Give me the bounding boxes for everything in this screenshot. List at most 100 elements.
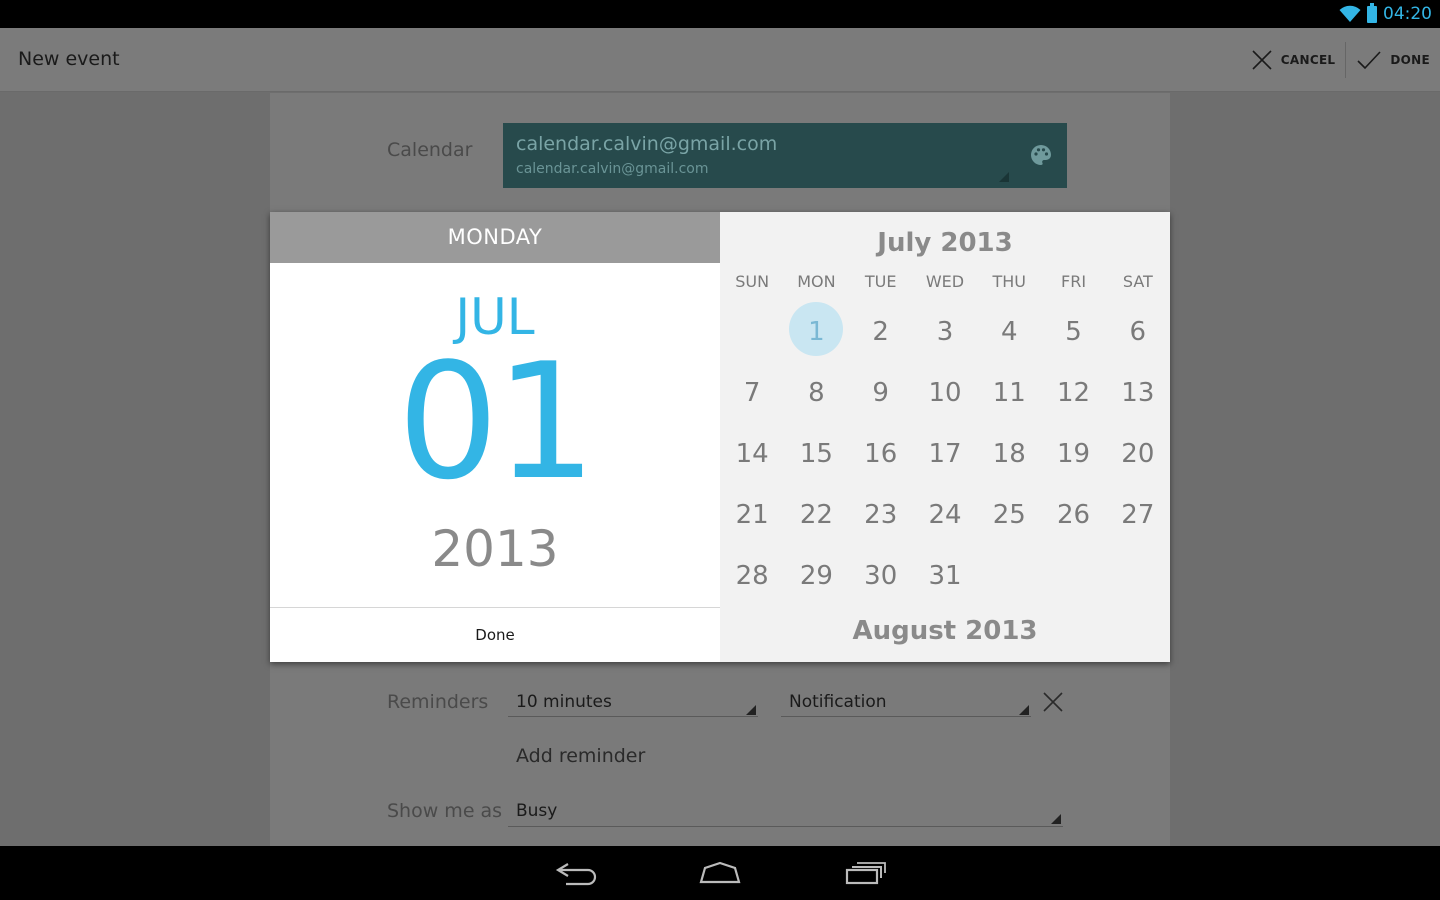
done-label: DONE: [1390, 53, 1430, 67]
day-number: 10: [928, 378, 962, 409]
day-number: 31: [928, 560, 962, 591]
week-row: 14 15 16 17 18 19 20: [720, 424, 1170, 485]
day-number: 8: [808, 378, 825, 409]
calendar-account: calendar.calvin@gmail.com: [516, 161, 709, 177]
day-number: 25: [992, 499, 1026, 530]
day-cell[interactable]: 1: [784, 302, 848, 363]
month-calendar: July 2013 SUN MON TUE WED THU FRI SAT 12345678…: [720, 212, 1170, 662]
clock: 04:20: [1383, 4, 1432, 24]
show-me-as-select[interactable]: Busy: [516, 801, 557, 821]
day-cell[interactable]: 14: [720, 424, 784, 485]
reminder-method-select[interactable]: Notification: [789, 692, 887, 712]
week-row: 21 22 23 24 25 26 27: [720, 484, 1170, 545]
day-number: 27: [1121, 499, 1155, 530]
show-me-as-underline: [508, 826, 1063, 827]
day-cell[interactable]: 20: [1106, 424, 1170, 485]
day-cell[interactable]: 11: [977, 363, 1041, 424]
close-icon: [1252, 50, 1272, 70]
page-title: New event: [18, 48, 120, 70]
day-cell[interactable]: 23: [849, 484, 913, 545]
add-reminder-button[interactable]: Add reminder: [516, 745, 645, 767]
week-row: 28 29 30 31: [720, 545, 1170, 606]
dialog-done-button[interactable]: Done: [270, 608, 720, 662]
day-cell[interactable]: 10: [913, 363, 977, 424]
day-cell[interactable]: 13: [1106, 363, 1170, 424]
status-icons: 04:20: [1339, 0, 1432, 28]
day-number: 24: [928, 499, 962, 530]
day-number: 26: [1057, 499, 1091, 530]
action-bar-actions: CANCEL DONE: [1241, 28, 1440, 92]
empty-day-cell: [1106, 545, 1170, 606]
day-cell[interactable]: 9: [849, 363, 913, 424]
day-cell[interactable]: 29: [784, 545, 848, 606]
month-title: July 2013: [877, 228, 1013, 258]
day-cell[interactable]: 5: [1041, 302, 1105, 363]
day-number: 5: [1065, 317, 1082, 348]
weekday-label: TUE: [864, 272, 897, 291]
day-number: 4: [1000, 317, 1018, 348]
remove-reminder-icon[interactable]: [1042, 691, 1064, 713]
show-me-as-arrow: [1051, 814, 1061, 824]
day-cell[interactable]: 15: [784, 424, 848, 485]
date-summary-panel: MONDAY JUL 01 2013 Done: [270, 212, 720, 662]
recents-icon[interactable]: [843, 860, 887, 886]
day-cell[interactable]: 21: [720, 484, 784, 545]
day-cell[interactable]: 2: [849, 302, 913, 363]
day-number: 7: [743, 378, 761, 409]
selected-day[interactable]: 01: [270, 342, 720, 502]
action-bar: New event CANCEL DONE: [0, 28, 1440, 92]
calendar-name: calendar.calvin@gmail.com: [516, 133, 778, 155]
reminder-method-arrow: [1019, 705, 1029, 715]
day-cell[interactable]: 22: [784, 484, 848, 545]
day-number: 14: [735, 438, 769, 469]
back-icon[interactable]: [554, 860, 598, 886]
cancel-label: CANCEL: [1280, 53, 1336, 67]
day-cell[interactable]: 25: [977, 484, 1041, 545]
navigation-bar: [0, 846, 1440, 900]
day-cell[interactable]: 18: [977, 424, 1041, 485]
day-number: 28: [735, 560, 769, 591]
day-cell[interactable]: 27: [1106, 484, 1170, 545]
day-cell[interactable]: 31: [913, 545, 977, 606]
cancel-button[interactable]: CANCEL: [1241, 28, 1346, 92]
day-number: 3: [936, 317, 954, 348]
day-number: 1: [808, 317, 825, 348]
calendar-select[interactable]: calendar.calvin@gmail.com calendar.calvi…: [503, 123, 1067, 188]
reminder-time-select[interactable]: 10 minutes: [516, 692, 612, 712]
day-cell[interactable]: 28: [720, 545, 784, 606]
day-cell[interactable]: 19: [1041, 424, 1105, 485]
palette-icon[interactable]: [1029, 143, 1053, 167]
empty-day-cell: [977, 545, 1041, 606]
day-number: 21: [735, 499, 769, 530]
day-number: 20: [1121, 438, 1155, 469]
selected-year[interactable]: 2013: [270, 520, 720, 578]
day-number: 19: [1057, 438, 1091, 469]
day-cell[interactable]: 24: [913, 484, 977, 545]
day-cell[interactable]: 6: [1106, 302, 1170, 363]
reminder-time-arrow: [746, 705, 756, 715]
day-number: 15: [799, 438, 833, 469]
day-grid: 1 2 3 4 5 6 7 8 9 10 11 12 13 14 15 16 17 18 19 20 21 22 23 24 2…: [720, 302, 1170, 606]
day-cell[interactable]: 26: [1041, 484, 1105, 545]
weekday-label: WED: [925, 272, 965, 291]
day-cell[interactable]: 17: [913, 424, 977, 485]
day-number: 18: [992, 438, 1026, 469]
day-number: 6: [1129, 317, 1147, 348]
day-number: 12: [1057, 378, 1091, 409]
day-cell[interactable]: 30: [849, 545, 913, 606]
day-of-week-header: MONDAY: [270, 212, 720, 263]
day-cell[interactable]: 16: [849, 424, 913, 485]
day-cell[interactable]: 3: [913, 302, 977, 363]
status-bar: 04:20: [0, 0, 1440, 28]
day-cell[interactable]: 4: [977, 302, 1041, 363]
home-icon[interactable]: [698, 860, 742, 886]
day-cell[interactable]: 12: [1041, 363, 1105, 424]
day-number: 11: [992, 378, 1026, 409]
weekday-label: SAT: [1122, 272, 1153, 291]
reminder-time-underline: [508, 716, 758, 717]
weekday-label: THU: [992, 272, 1027, 291]
day-cell[interactable]: 8: [784, 363, 848, 424]
done-button[interactable]: DONE: [1346, 28, 1440, 92]
day-cell[interactable]: 7: [720, 363, 784, 424]
reminders-label: Reminders: [387, 691, 489, 713]
